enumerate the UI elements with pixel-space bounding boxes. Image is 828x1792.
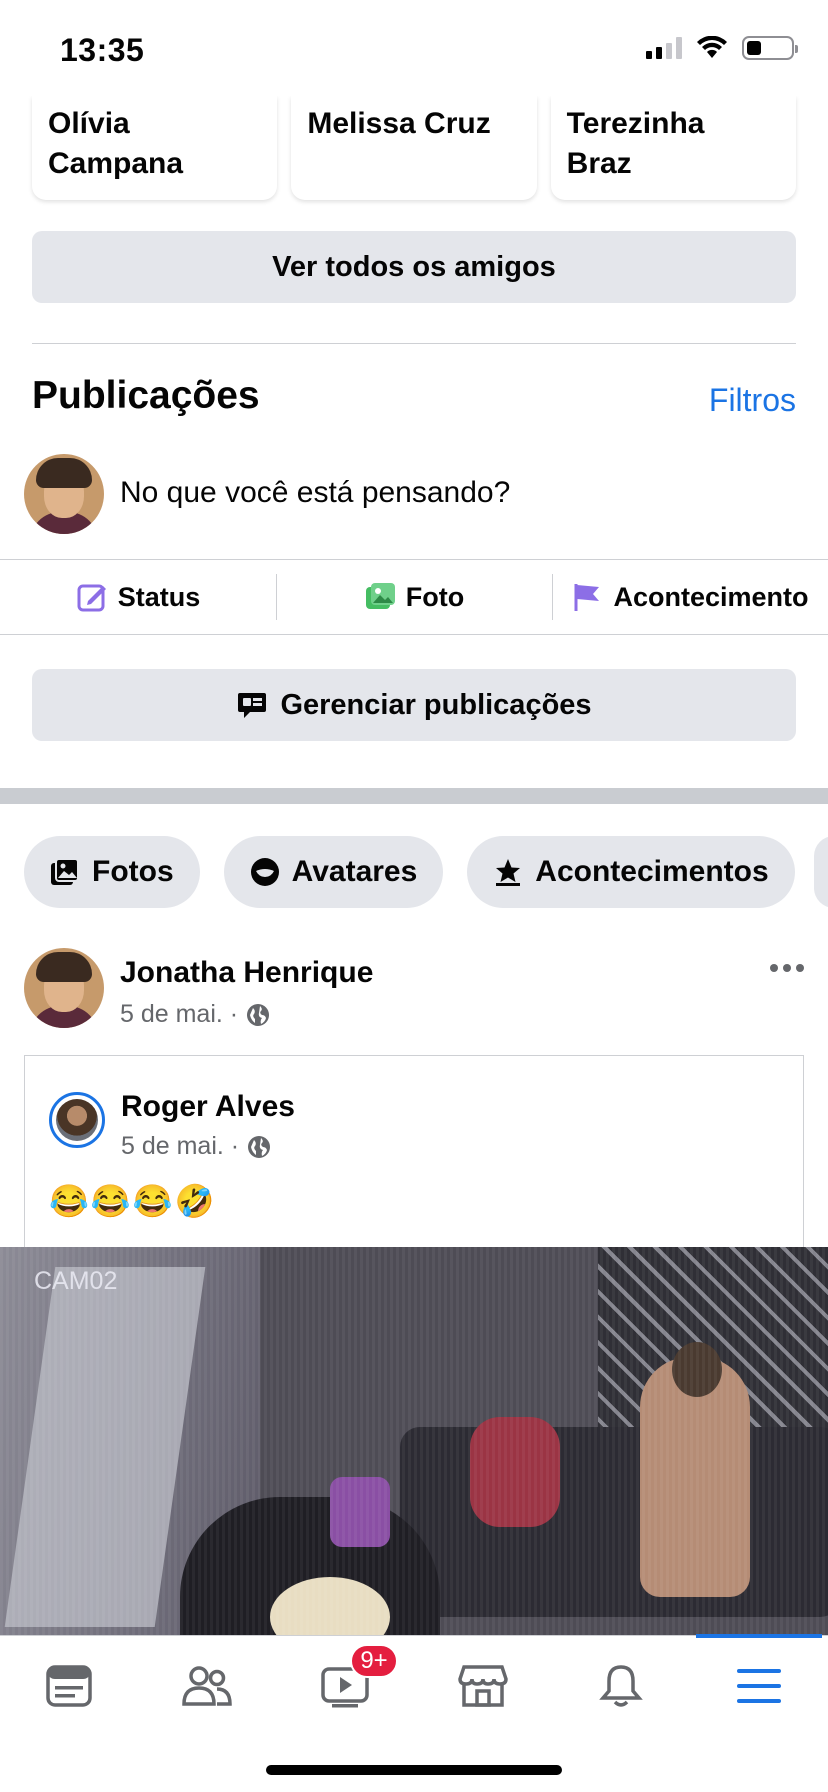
chip-avatars-label: Avatares <box>291 855 418 888</box>
friend-name: Melissa Cruz <box>307 107 491 140</box>
post-author-name[interactable]: Jonatha Henrique <box>120 956 373 990</box>
tab-feed[interactable] <box>0 1636 138 1736</box>
friend-name: Terezinha Braz <box>566 107 705 180</box>
battery-icon <box>742 36 798 60</box>
friends-grid: Olívia Campana Melissa Cruz Terezinha Br… <box>32 96 796 200</box>
shared-post[interactable]: Roger Alves 5 de mai. · 😂😂😂🤣 <box>24 1055 804 1255</box>
filter-chips: Fotos Avatares Acontecimentos <box>24 836 795 908</box>
manage-posts-label: Gerenciar publicações <box>280 688 592 721</box>
marketplace-icon <box>458 1665 508 1707</box>
friend-card[interactable]: Terezinha Braz <box>550 96 796 200</box>
status-bar: 13:35 <box>0 0 828 96</box>
life-event-button[interactable]: Acontecimento <box>552 560 828 634</box>
chip-photos-label: Fotos <box>92 855 174 888</box>
photos-icon <box>51 858 79 885</box>
chip-more[interactable] <box>814 836 828 908</box>
shared-author-name[interactable]: Roger Alves <box>121 1090 295 1124</box>
status-button[interactable]: Status <box>0 560 276 634</box>
friend-card[interactable]: Melissa Cruz <box>291 96 537 200</box>
friend-name: Olívia Campana <box>48 107 184 180</box>
cellular-signal-icon <box>646 37 682 59</box>
filters-link[interactable]: Filtros <box>709 382 796 419</box>
shared-post-text: 😂😂😂🤣 <box>49 1183 217 1219</box>
post-date[interactable]: 5 de mai. · <box>120 1000 238 1029</box>
avatar[interactable] <box>24 948 104 1028</box>
tab-menu[interactable] <box>690 1636 828 1736</box>
shared-post-meta: 5 de mai. · <box>121 1132 271 1161</box>
tab-notifications[interactable] <box>552 1636 690 1736</box>
chip-life-events[interactable]: Acontecimentos <box>467 836 795 908</box>
tab-friends[interactable] <box>138 1636 276 1736</box>
speech-bubble-icon <box>238 693 267 718</box>
flag-icon <box>574 584 600 611</box>
photo-icon <box>365 583 395 609</box>
post-video[interactable]: CAM02 <box>0 1247 828 1635</box>
avatar[interactable] <box>49 1092 105 1148</box>
chip-avatars[interactable]: Avatares <box>223 836 444 908</box>
see-all-friends-button[interactable]: Ver todos os amigos <box>32 231 796 303</box>
posts-title: Publicações <box>32 374 260 417</box>
bell-icon <box>599 1665 643 1707</box>
chip-life-events-label: Acontecimentos <box>535 855 769 888</box>
photo-button[interactable]: Foto <box>276 560 552 634</box>
composer-input[interactable]: No que você está pensando? <box>120 476 510 510</box>
wifi-icon <box>697 36 727 58</box>
friend-card[interactable]: Olívia Campana <box>32 96 278 200</box>
manage-posts-button[interactable]: Gerenciar publicações <box>32 669 796 741</box>
avatar-icon <box>250 858 279 886</box>
status-icons <box>646 36 798 60</box>
friends-icon <box>182 1666 232 1706</box>
star-icon <box>496 859 521 886</box>
section-separator <box>0 788 828 804</box>
shared-post-date[interactable]: 5 de mai. · <box>121 1132 239 1161</box>
post-meta: 5 de mai. · <box>120 1000 270 1029</box>
home-indicator <box>266 1765 562 1775</box>
hamburger-menu-icon <box>737 1669 781 1703</box>
divider <box>32 343 796 344</box>
status-label: Status <box>117 581 201 612</box>
globe-icon <box>248 1135 271 1158</box>
chip-photos[interactable]: Fotos <box>24 836 200 908</box>
composer-actions: Status Foto Acontecimento <box>0 559 828 635</box>
avatar[interactable] <box>24 454 104 534</box>
status-time: 13:35 <box>60 32 145 68</box>
globe-icon <box>247 1003 270 1026</box>
news-feed-icon <box>46 1665 92 1707</box>
camera-label: CAM02 <box>34 1267 118 1295</box>
more-options-icon[interactable] <box>770 964 804 972</box>
edit-icon <box>77 584 106 612</box>
life-event-label: Acontecimento <box>613 581 809 612</box>
tab-marketplace[interactable] <box>414 1636 552 1736</box>
notification-badge: 9+ <box>350 1644 398 1678</box>
photo-label: Foto <box>405 581 465 612</box>
